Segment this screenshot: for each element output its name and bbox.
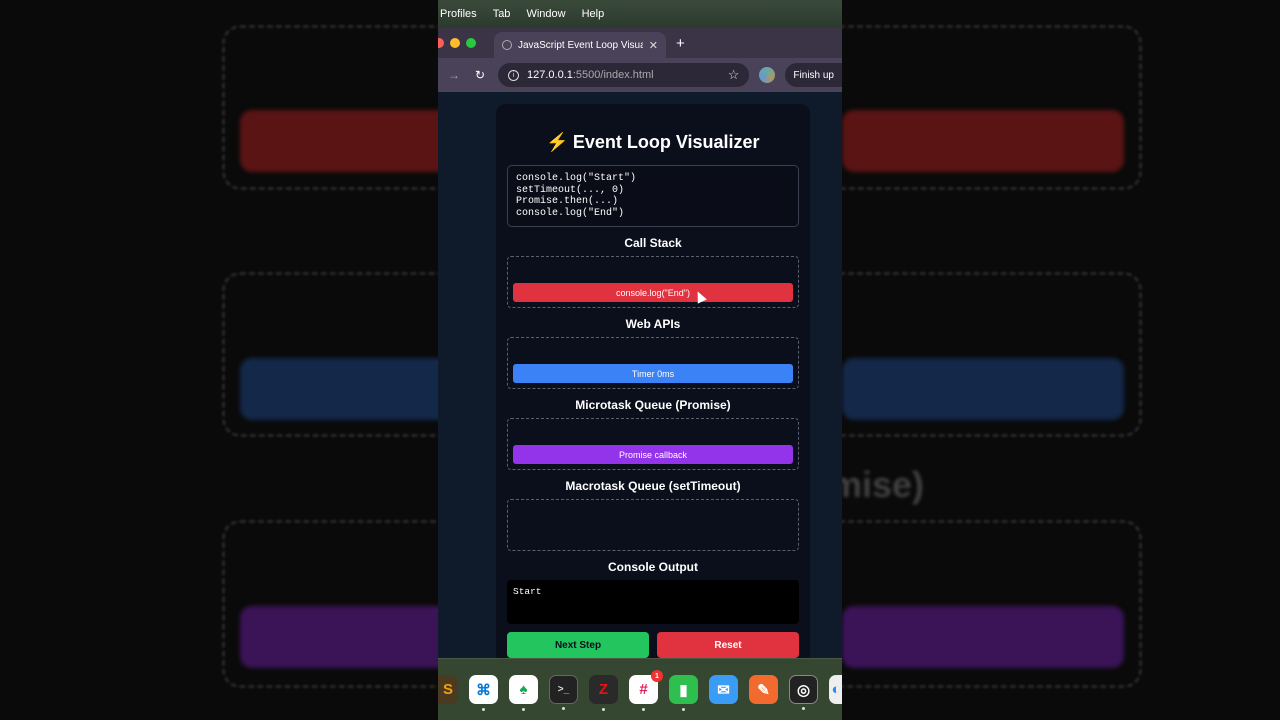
console-output: Start bbox=[507, 580, 799, 624]
browser-tab[interactable]: JavaScript Event Loop Visualizer ✕ bbox=[494, 32, 666, 58]
vscode-icon[interactable]: ⌘ bbox=[469, 675, 498, 711]
screen-capture: Profiles Tab Window Help JavaScript Even… bbox=[438, 0, 842, 720]
slack-icon[interactable]: #1 bbox=[629, 670, 663, 711]
next-step-button[interactable]: Next Step bbox=[507, 632, 649, 658]
minimize-window-button[interactable] bbox=[450, 38, 460, 48]
page-title: ⚡ Event Loop Visualizer bbox=[507, 132, 799, 153]
tab-bar: JavaScript Event Loop Visualizer ✕ + bbox=[438, 28, 842, 58]
web-apis-item: Timer 0ms bbox=[513, 364, 793, 383]
menu-help[interactable]: Help bbox=[582, 8, 605, 20]
macrotask-title: Macrotask Queue (setTimeout) bbox=[565, 479, 741, 493]
terminal-icon[interactable]: >_ bbox=[549, 675, 578, 710]
site-info-icon[interactable]: i bbox=[508, 69, 519, 81]
macrotask-zone bbox=[507, 499, 799, 551]
menu-window[interactable]: Window bbox=[526, 8, 565, 20]
microtask-zone: Promise callback bbox=[507, 418, 799, 470]
call-stack-title: Call Stack bbox=[624, 236, 682, 250]
pen-icon[interactable]: ✎ bbox=[749, 675, 778, 704]
web-apis-zone: Timer 0ms bbox=[507, 337, 799, 389]
sublime-icon[interactable]: S bbox=[438, 675, 458, 704]
call-stack-zone: console.log("End") bbox=[507, 256, 799, 308]
call-stack-item: console.log("End") bbox=[513, 283, 793, 302]
finish-update-button[interactable]: Finish up bbox=[785, 63, 842, 87]
window-controls bbox=[438, 38, 476, 48]
control-buttons: Next Step Reset bbox=[507, 632, 799, 658]
obs-icon[interactable]: ◎ bbox=[789, 675, 818, 710]
url-host: 127.0.0.1 bbox=[527, 69, 573, 81]
ghost-text: mise) bbox=[842, 464, 925, 505]
menu-profiles[interactable]: Profiles bbox=[440, 8, 477, 20]
console-title: Console Output bbox=[608, 560, 698, 574]
filezilla-icon[interactable]: Z bbox=[589, 675, 618, 711]
background-left bbox=[0, 0, 438, 720]
forward-icon[interactable]: → bbox=[446, 68, 462, 82]
visualizer-card: ⚡ Event Loop Visualizer console.log("Star… bbox=[496, 104, 810, 664]
reset-button[interactable]: Reset bbox=[657, 632, 799, 658]
globe-icon bbox=[502, 40, 512, 50]
zoom-window-button[interactable] bbox=[466, 38, 476, 48]
page-title-text: Event Loop Visualizer bbox=[572, 132, 760, 152]
slack-badge: 1 bbox=[651, 670, 663, 682]
new-tab-button[interactable]: + bbox=[676, 35, 685, 52]
reload-icon[interactable]: ↻ bbox=[472, 68, 488, 82]
background-right: mise) bbox=[842, 0, 1280, 720]
mail-icon[interactable]: ✉ bbox=[709, 675, 738, 704]
url-field[interactable]: i 127.0.0.1:5500/index.html ☆ bbox=[498, 63, 750, 87]
microtask-title: Microtask Queue (Promise) bbox=[575, 398, 731, 412]
numbers-icon[interactable]: ▮ bbox=[669, 675, 698, 711]
mongodb-icon[interactable]: ♠ bbox=[509, 675, 538, 711]
lightning-icon: ⚡ bbox=[546, 132, 569, 152]
page-viewport: ⚡ Event Loop Visualizer console.log("Star… bbox=[438, 92, 842, 664]
tab-title: JavaScript Event Loop Visualizer bbox=[518, 39, 643, 51]
menu-tab[interactable]: Tab bbox=[493, 8, 511, 20]
address-bar-row: → ↻ i 127.0.0.1:5500/index.html ☆ Finish… bbox=[438, 58, 842, 92]
profile-avatar[interactable] bbox=[759, 67, 776, 83]
web-apis-title: Web APIs bbox=[625, 317, 681, 331]
microtask-item: Promise callback bbox=[513, 445, 793, 464]
code-snippet: console.log("Start") setTimeout(..., 0) … bbox=[507, 165, 799, 227]
dock: S ⌘ ♠ >_ Z #1 ▮ ✉ ✎ ◎ ◐ bbox=[438, 658, 842, 720]
bookmark-star-icon[interactable]: ☆ bbox=[728, 67, 740, 83]
close-window-button[interactable] bbox=[438, 38, 444, 48]
menu-bar: Profiles Tab Window Help bbox=[438, 0, 842, 28]
safari-icon[interactable]: ◐ bbox=[829, 675, 842, 704]
url-path: :5500/index.html bbox=[572, 69, 654, 81]
close-tab-icon[interactable]: ✕ bbox=[649, 39, 658, 52]
